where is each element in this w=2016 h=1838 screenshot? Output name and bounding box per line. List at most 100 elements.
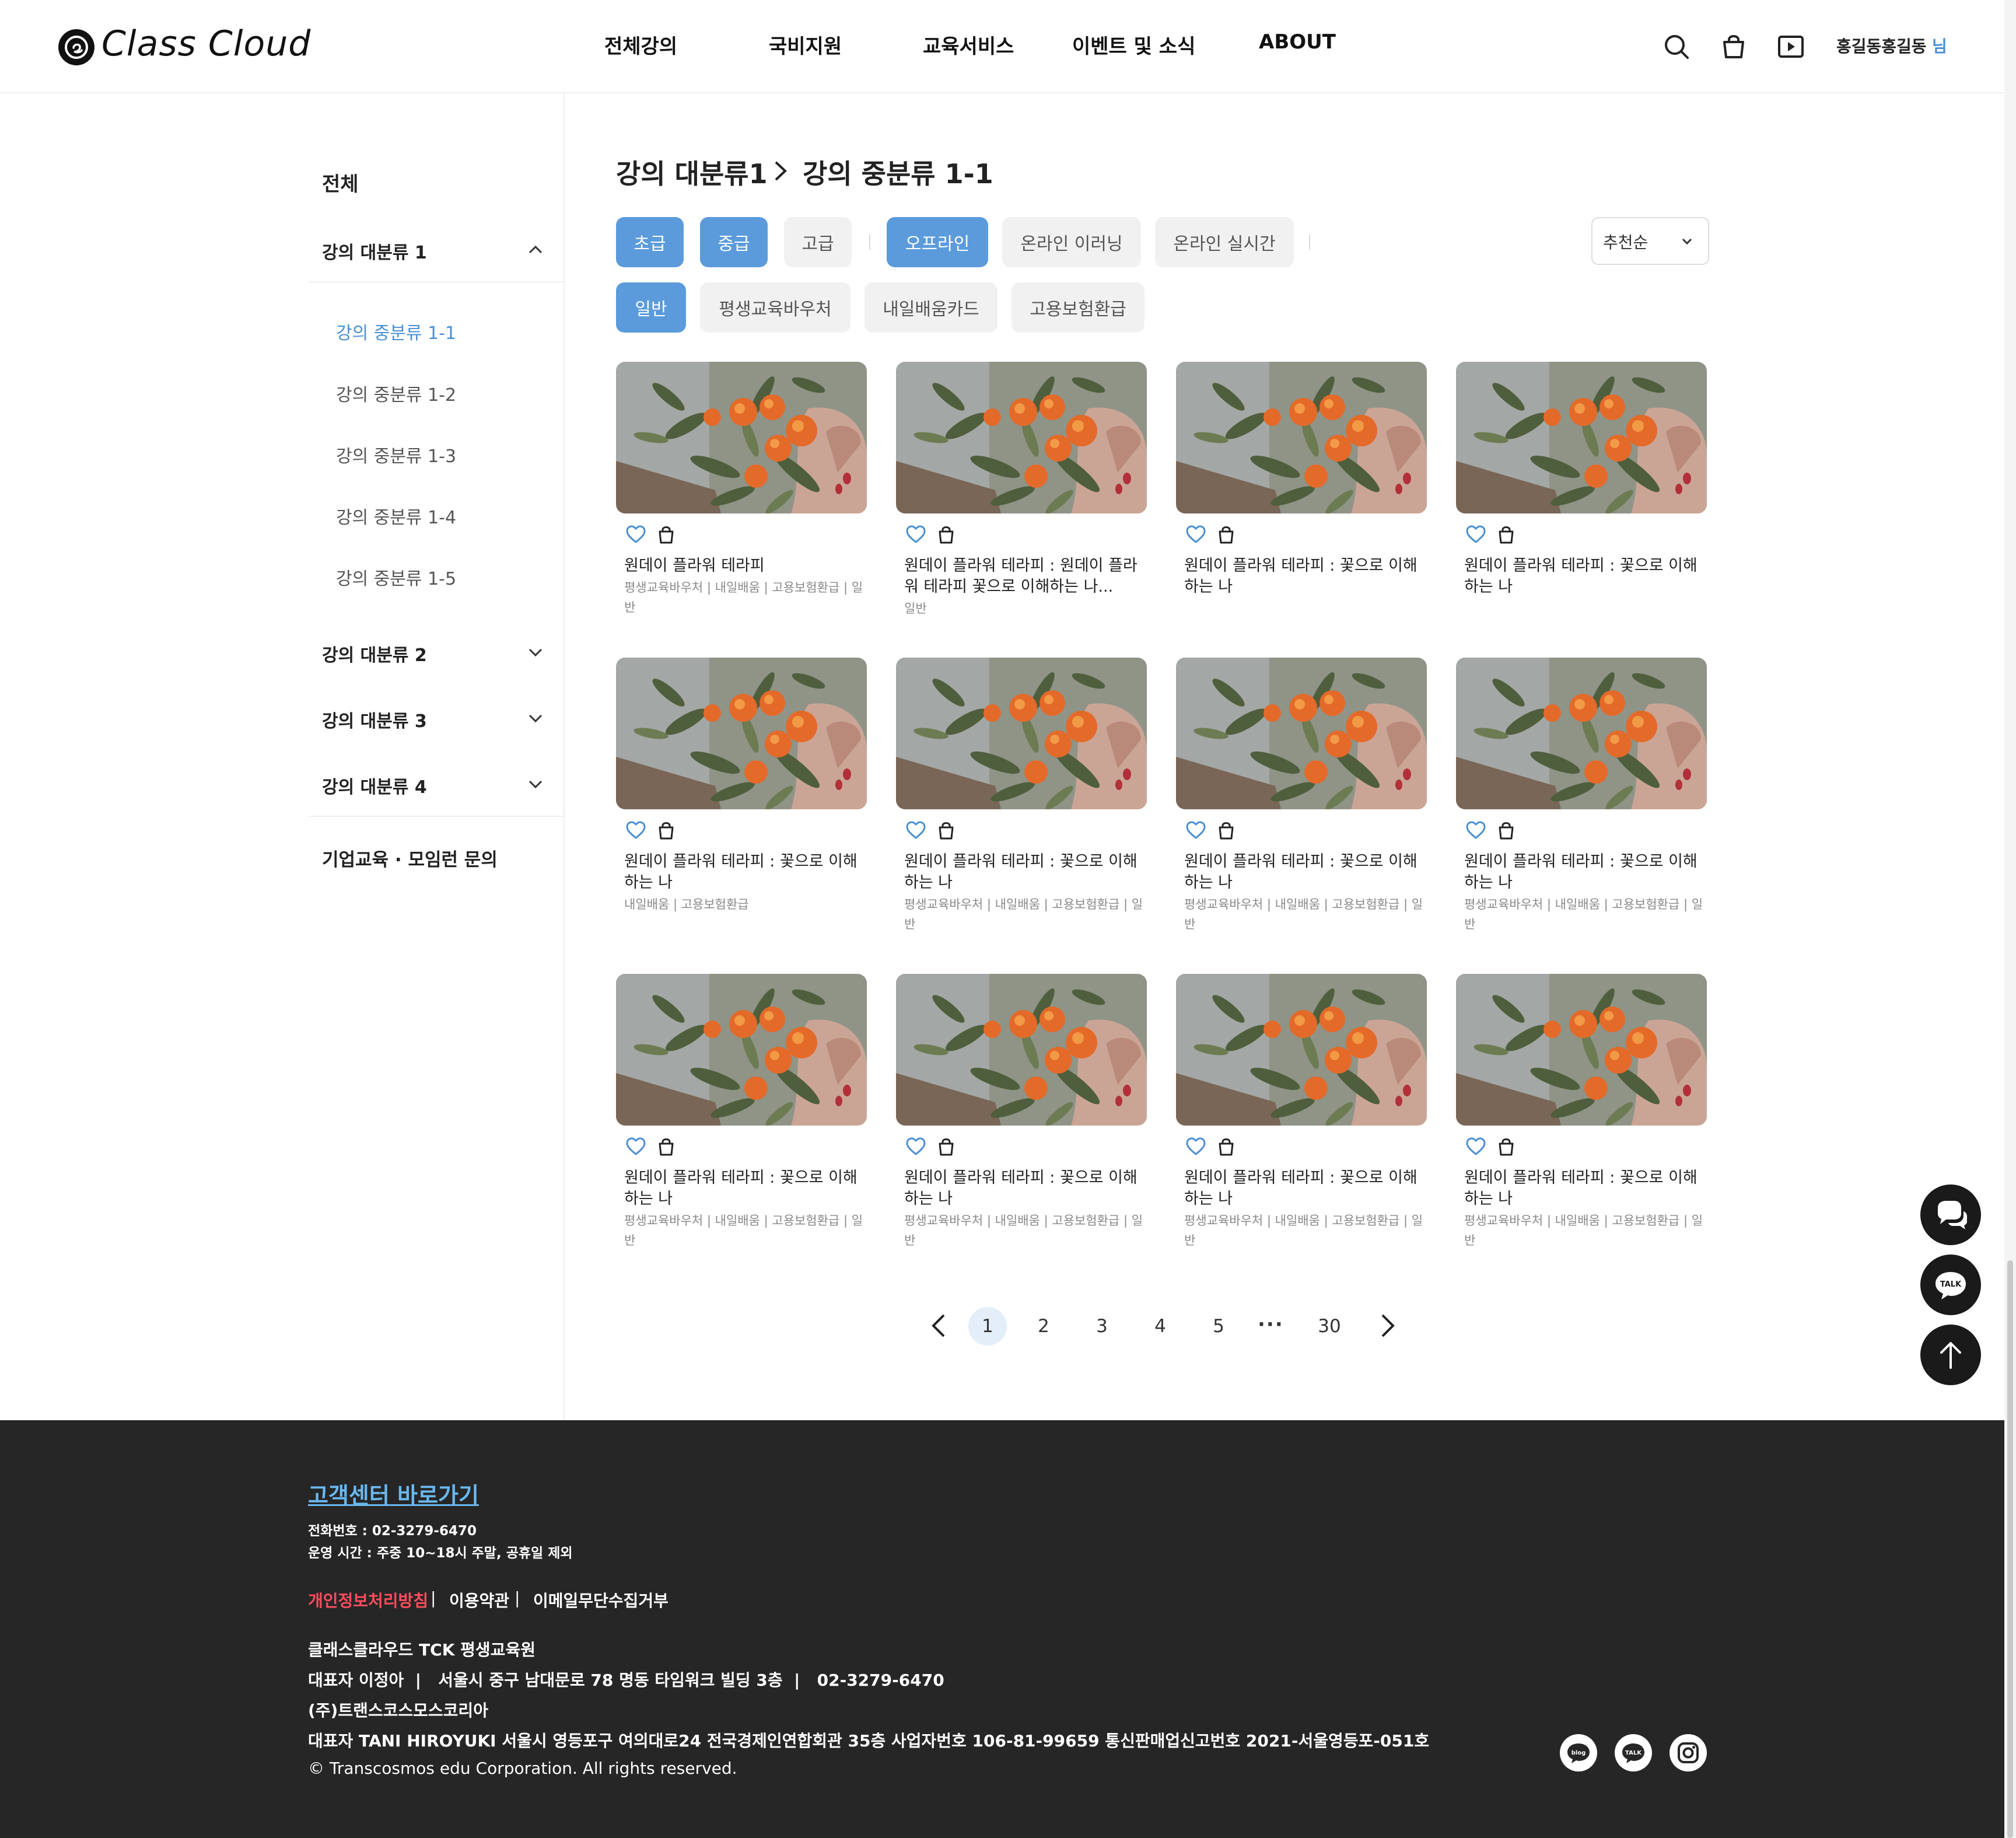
cart-icon[interactable] [935,1135,958,1158]
footer-email-policy-link[interactable]: 이메일무단수집거부 [533,1588,668,1612]
course-thumbnail[interactable] [1176,974,1427,1126]
course-title[interactable]: 원데이 플라워 테라피 : 꽃으로 이해하는 나 [1184,555,1423,597]
filter-support-general[interactable]: 일반 [616,282,686,333]
course-title[interactable]: 원데이 플라워 테라피 : 원데이 플라워 테라피 꽃으로 이해하는 나... [904,555,1143,597]
sidebar-subitem-1-5[interactable]: 강의 중분류 1-5 [336,564,456,590]
heart-icon[interactable] [624,1135,648,1158]
customer-center-link[interactable]: 고객센터 바로가기 [308,1477,479,1509]
sidebar-corporate-inquiry[interactable]: 기업교육 · 모임런 문의 [322,845,498,871]
chevron-down-icon[interactable] [525,642,546,663]
sidebar-item-all[interactable]: 전체 [322,168,359,197]
course-thumbnail[interactable] [896,362,1147,513]
sidebar-subitem-1-1[interactable]: 강의 중분류 1-1 [336,319,456,344]
course-thumbnail[interactable] [616,362,867,513]
scrollbar-thumb[interactable] [2007,1260,2013,1838]
pagination-page[interactable]: 1 [968,1307,1007,1346]
course-title[interactable]: 원데이 플라워 테라피 : 꽃으로 이해하는 나 [1464,555,1703,597]
cart-icon[interactable] [1214,819,1238,842]
cart-icon[interactable] [1494,523,1518,546]
pagination-next-icon[interactable] [1373,1311,1401,1341]
chat-icon[interactable] [1920,1184,1981,1245]
course-title[interactable]: 원데이 플라워 테라피 : 꽃으로 이해하는 나 [1464,851,1703,893]
video-icon[interactable] [1774,30,1807,63]
sidebar-category-2[interactable]: 강의 대분류 2 [322,641,427,666]
cart-icon[interactable] [1494,819,1518,842]
heart-icon[interactable] [1184,819,1208,842]
course-thumbnail[interactable] [1176,362,1427,513]
cart-icon[interactable] [935,523,958,546]
chevron-down-icon[interactable] [525,774,546,795]
filter-support-voucher[interactable]: 평생교육바우처 [700,282,850,333]
course-title[interactable]: 원데이 플라워 테라피 : 꽃으로 이해하는 나 [624,1168,863,1210]
filter-format-live[interactable]: 온라인 실시간 [1155,217,1294,267]
blog-icon[interactable]: blog [1560,1734,1597,1771]
sidebar-subitem-1-4[interactable]: 강의 중분류 1-4 [336,503,456,529]
sidebar-category-1[interactable]: 강의 대분류 1 [322,238,427,264]
heart-icon[interactable] [1184,1135,1208,1158]
footer-terms-link[interactable]: 이용약관 [449,1588,509,1612]
brand-name[interactable]: Class Cloud [102,23,311,64]
breadcrumb-level-1[interactable]: 강의 대분류1 [616,153,768,191]
pagination-page[interactable]: 5 [1199,1307,1238,1346]
sidebar-category-4[interactable]: 강의 대분류 4 [322,773,427,798]
course-title[interactable]: 원데이 플라워 테라피 : 꽃으로 이해하는 나 [1184,851,1423,893]
course-thumbnail[interactable] [616,658,867,809]
course-thumbnail[interactable] [1456,658,1707,809]
kakao-talk-icon[interactable]: TALK [1615,1734,1652,1771]
kakao-talk-icon[interactable]: TALK [1920,1255,1981,1315]
course-thumbnail[interactable] [1176,658,1427,809]
pagination-page[interactable]: 2 [1024,1307,1063,1346]
arrow-up-icon[interactable] [1920,1325,1981,1385]
nav-events-news[interactable]: 이벤트 및 소식 [1072,30,1195,59]
course-thumbnail[interactable] [896,658,1147,809]
sidebar-subitem-1-2[interactable]: 강의 중분류 1-2 [336,380,456,406]
course-title[interactable]: 원데이 플라워 테라피 : 꽃으로 이해하는 나 [1464,1168,1703,1210]
course-title[interactable]: 원데이 플라워 테라피 : 꽃으로 이해하는 나 [904,1168,1143,1210]
sort-dropdown[interactable]: 추천순 [1591,217,1709,265]
cart-icon[interactable] [1717,30,1750,63]
course-title[interactable]: 원데이 플라워 테라피 : 꽃으로 이해하는 나 [624,851,863,893]
search-icon[interactable] [1660,30,1693,63]
heart-icon[interactable] [1464,523,1488,546]
heart-icon[interactable] [1464,819,1488,842]
pagination-page[interactable]: 3 [1083,1307,1121,1346]
heart-icon[interactable] [1464,1135,1488,1158]
logo-icon[interactable] [58,29,94,65]
user-name[interactable]: 홍길동홍길동 [1836,34,1927,57]
course-thumbnail[interactable] [1456,362,1707,513]
nav-government-support[interactable]: 국비지원 [769,30,842,59]
sidebar-subitem-1-3[interactable]: 강의 중분류 1-3 [336,442,456,467]
cart-icon[interactable] [654,819,678,842]
chevron-up-icon[interactable] [525,239,546,260]
nav-about[interactable]: ABOUT [1259,30,1336,54]
course-title[interactable]: 원데이 플라워 테라피 : 꽃으로 이해하는 나 [1184,1168,1423,1210]
filter-support-insurance[interactable]: 고용보험환급 [1012,282,1144,333]
course-title[interactable]: 원데이 플라워 테라피 [624,555,863,576]
cart-icon[interactable] [654,1135,678,1158]
filter-level-advanced[interactable]: 고급 [784,217,852,267]
heart-icon[interactable] [904,523,928,546]
pagination-page[interactable]: 4 [1141,1307,1180,1346]
heart-icon[interactable] [624,523,648,546]
pagination-page-last[interactable]: 30 [1310,1307,1349,1346]
nav-education-services[interactable]: 교육서비스 [923,30,1014,59]
course-thumbnail[interactable] [616,974,867,1126]
course-thumbnail[interactable] [1456,974,1707,1126]
filter-format-offline[interactable]: 오프라인 [887,217,988,267]
heart-icon[interactable] [904,1135,928,1158]
footer-privacy-link[interactable]: 개인정보처리방침 [308,1588,428,1612]
course-thumbnail[interactable] [896,974,1147,1126]
cart-icon[interactable] [1214,1135,1238,1158]
instagram-icon[interactable] [1670,1734,1707,1771]
cart-icon[interactable] [1214,523,1238,546]
filter-level-intermediate[interactable]: 중급 [700,217,768,267]
filter-level-beginner[interactable]: 초급 [616,217,684,267]
cart-icon[interactable] [935,819,958,842]
heart-icon[interactable] [624,819,648,842]
nav-all-courses[interactable]: 전체강의 [604,30,677,59]
heart-icon[interactable] [1184,523,1208,546]
course-title[interactable]: 원데이 플라워 테라피 : 꽃으로 이해하는 나 [904,851,1143,893]
chevron-down-icon[interactable] [525,708,546,729]
cart-icon[interactable] [654,523,678,546]
heart-icon[interactable] [904,819,928,842]
